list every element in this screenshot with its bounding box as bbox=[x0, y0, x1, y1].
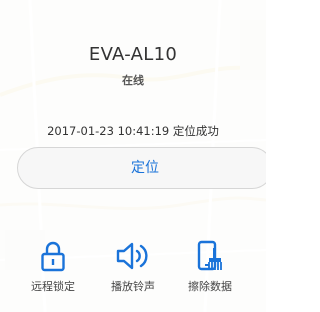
remote-lock-label: 远程锁定 bbox=[31, 280, 75, 293]
lock-icon bbox=[41, 241, 65, 272]
play-ringtone-label: 播放铃声 bbox=[111, 280, 155, 293]
device-name: EVA-AL10 bbox=[88, 44, 178, 65]
find-device-screen: EVA-AL10 在线 2017-01-23 10:41:19 定位成功 定位 … bbox=[0, 0, 266, 312]
erase-data-label: 擦除数据 bbox=[188, 280, 232, 293]
locate-time: 2017-01-23 10:41:19 定位成功 bbox=[47, 124, 219, 138]
phone-erase-icon bbox=[197, 240, 222, 271]
device-panel: EVA-AL10 在线 2017-01-23 10:41:19 定位成功 定位 … bbox=[0, 0, 266, 312]
play-ringtone-button[interactable]: 播放铃声 bbox=[93, 240, 173, 294]
action-bar: 远程锁定 播放铃声 擦除数据 bbox=[0, 240, 266, 300]
device-status: 在线 bbox=[122, 74, 144, 87]
speaker-icon bbox=[116, 242, 148, 270]
remote-lock-button[interactable]: 远程锁定 bbox=[13, 240, 93, 294]
erase-data-button[interactable]: 擦除数据 bbox=[170, 240, 250, 294]
locate-button[interactable]: 定位 bbox=[17, 147, 266, 189]
